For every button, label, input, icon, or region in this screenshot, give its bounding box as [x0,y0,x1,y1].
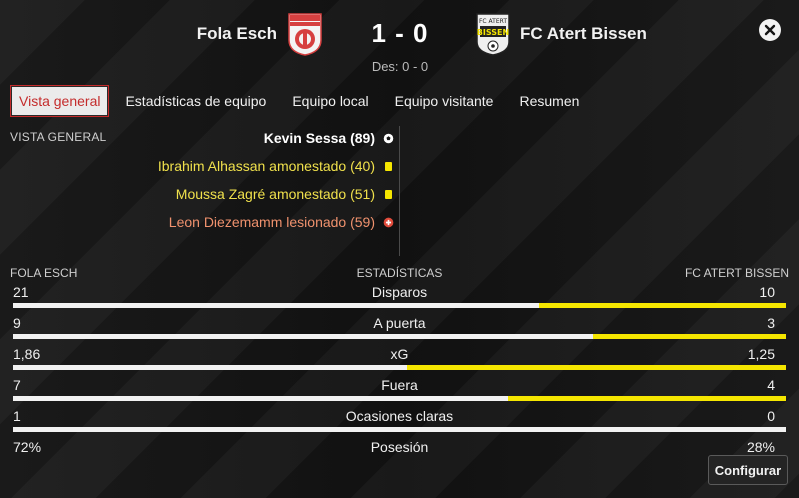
stat-bar-away [407,365,786,370]
stat-name: A puerta [373,315,426,331]
stat-row-shots: 21 Disparos 10 [10,284,789,315]
stat-away-value: 10 [759,284,775,300]
stat-row-on-target: 9 A puerta 3 [10,315,789,346]
match-score: 1 - 0 [371,18,429,48]
tab-summary[interactable]: Resumen [509,86,589,116]
event-text: Ibrahim Alhassan amonestado (40) [157,158,375,174]
close-button[interactable] [759,19,781,41]
atert-bissen-crest-icon: FC ATERT BISSEN [476,13,510,56]
stat-away-value: 0 [767,408,775,424]
stat-name: Disparos [371,284,428,300]
halftime-score: Des: 0 - 0 [371,59,429,74]
tab-overview[interactable]: Vista general [10,85,110,117]
overview-section-label: VISTA GENERAL [10,130,107,144]
match-events: Kevin Sessa (89) Ibrahim Alhassan amones… [100,124,394,236]
event-goal[interactable]: Kevin Sessa (89) [100,124,394,152]
home-team-name[interactable]: Fola Esch [197,24,277,44]
tab-home-team[interactable]: Equipo local [282,86,378,116]
tab-away-team[interactable]: Equipo visitante [385,86,504,116]
event-text: Moussa Zagré amonestado (51) [175,186,375,202]
yellow-card-icon [382,161,394,172]
stat-bar [13,303,786,308]
football-icon [382,133,394,144]
yellow-card-icon [382,189,394,200]
stat-away-value: 28% [746,439,775,455]
tab-bar: Vista general Estadísticas de equipo Equ… [10,85,595,117]
stat-away-value: 4 [767,377,775,393]
overview-divider [399,126,400,256]
stats-center-label: ESTADÍSTICAS [356,266,443,280]
stat-row-off-target: 7 Fuera 4 [10,377,789,408]
stat-row-clear-chances: 1 Ocasiones claras 0 [10,408,789,439]
configure-button[interactable]: Configurar [708,455,788,485]
tab-team-stats[interactable]: Estadísticas de equipo [115,86,276,116]
stat-away-value: 3 [767,315,775,331]
event-injury[interactable]: Leon Diezemamm lesionado (59) [100,208,394,236]
event-yellow-card[interactable]: Ibrahim Alhassan amonestado (40) [100,152,394,180]
event-text: Leon Diezemamm lesionado (59) [168,214,375,230]
stats-away-label: FC ATERT BISSEN [684,266,789,280]
stat-away-value: 1,25 [747,346,775,362]
away-team-name[interactable]: FC Atert Bissen [520,24,647,44]
crest-text-main: BISSEN [477,28,509,37]
stat-bar-away [592,334,786,339]
fola-esch-crest-icon [288,13,322,56]
stat-bar-away [507,396,786,401]
stat-name: Posesión [370,439,429,455]
stat-row-possession: 72% Posesión 28% [10,439,789,470]
stat-bar [13,365,786,370]
stat-bar [13,396,786,401]
stat-bar [13,334,786,339]
close-icon [764,24,776,36]
stat-bar-away [538,303,786,308]
stat-row-xg: 1,86 xG 1,25 [10,346,789,377]
event-text: Kevin Sessa (89) [263,130,375,146]
crest-text-top: FC ATERT [479,18,507,25]
stat-name: Fuera [381,377,418,393]
injury-icon [382,217,394,228]
stat-bar [13,427,786,432]
stat-name: Ocasiones claras [345,408,454,424]
event-yellow-card[interactable]: Moussa Zagré amonestado (51) [100,180,394,208]
stat-name: xG [390,346,409,362]
